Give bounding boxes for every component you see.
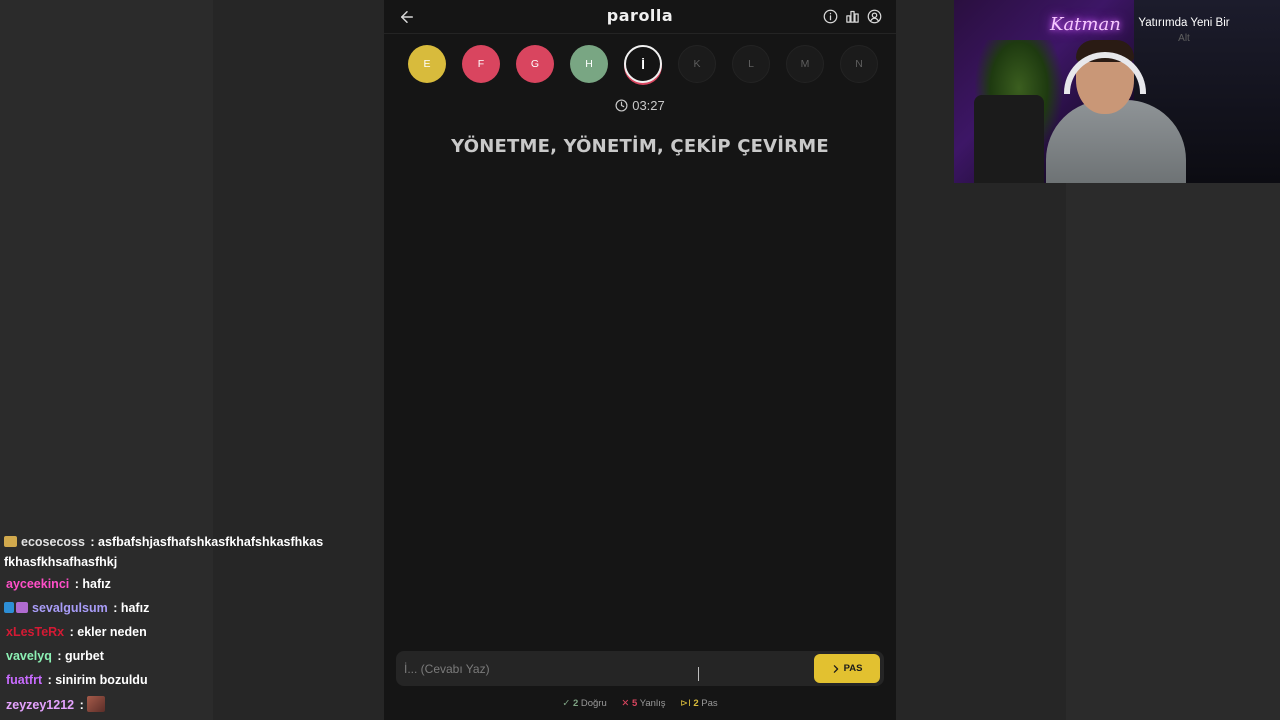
chat-message: sevalgulsum : hafız <box>4 600 364 616</box>
pass-button[interactable]: PAS <box>814 654 880 683</box>
chat-overlay: ecosecoss : asfbafshjasfhafshkasfkhafshk… <box>4 532 364 720</box>
chat-username: fuatfrt <box>6 673 43 687</box>
timer-value: 03:27 <box>632 98 665 113</box>
game-logo: parolla <box>606 6 674 25</box>
chat-text: gurbet <box>64 649 104 663</box>
stat-correct: ✓ 2 Doğru <box>562 698 607 709</box>
camera-badge-icon <box>4 536 17 547</box>
answer-input[interactable] <box>404 651 804 686</box>
letter-bubble-e: E <box>408 45 446 83</box>
check-icon: ✓ <box>562 698 571 709</box>
letter-bubble-f: F <box>462 45 500 83</box>
letter-wheel: E F G H İ K L M N <box>408 45 878 83</box>
answer-bar: PAS <box>396 651 884 686</box>
webcam-subcaption: Alt <box>1178 33 1190 44</box>
chat-message: xLesTeRx : ekler neden <box>6 625 147 639</box>
gift-badge-icon <box>16 602 28 613</box>
letter-bubble-h: H <box>570 45 608 83</box>
chat-username: xLesTeRx <box>6 625 65 639</box>
chat-message: ecosecoss : asfbafshjasfhafshkasfkhafshk… <box>4 535 324 569</box>
chat-message: ayceekinci : hafız <box>6 577 111 591</box>
chat-text: hafız <box>120 601 150 615</box>
chat-message: fuatfrt : sinirim bozuldu <box>6 673 148 687</box>
chat-message: vavelyq : gurbet <box>6 649 104 663</box>
question-clue: YÖNETME, YÖNETİM, ÇEKİP ÇEVİRME <box>451 136 829 157</box>
chat-username: zeyzey1212 <box>6 698 75 712</box>
webcam-chair <box>974 95 1044 183</box>
clock-icon <box>615 99 628 112</box>
chat-username: ecosecoss <box>21 535 85 549</box>
parolla-game-panel: parolla E F G H İ K L M N 03:27 YÖNETME,… <box>384 0 896 720</box>
chat-username: ayceekinci <box>6 577 70 591</box>
chat-username: vavelyq <box>6 649 52 663</box>
user-profile-icon[interactable] <box>867 9 882 24</box>
cross-icon: ✕ <box>621 698 630 709</box>
chat-username: sevalgulsum <box>32 601 108 615</box>
skip-icon: ⊳I <box>680 698 691 709</box>
info-icon[interactable] <box>823 9 838 24</box>
chat-text: sinirim bozuldu <box>55 673 148 687</box>
text-cursor-icon <box>698 667 706 681</box>
letter-bubble-n: N <box>840 45 878 83</box>
right-panel <box>1066 183 1280 720</box>
chat-text: hafız <box>82 577 111 591</box>
header-actions <box>823 9 882 24</box>
letter-bubble-k: K <box>678 45 716 83</box>
chat-message: zeyzey1212 : <box>4 696 364 713</box>
letter-bubble-m: M <box>786 45 824 83</box>
letter-bubble-l: L <box>732 45 770 83</box>
letter-bubble-g: G <box>516 45 554 83</box>
stat-wrong: ✕ 5 Yanlış <box>621 698 666 709</box>
letter-bubble-i-active: İ <box>624 45 662 83</box>
chevron-right-icon <box>833 664 838 673</box>
chat-text: ekler neden <box>77 625 147 639</box>
stats-chart-icon[interactable] <box>845 9 860 24</box>
countdown-timer: 03:27 <box>384 98 896 113</box>
neon-sign: Katman <box>1050 14 1121 35</box>
stream-layout: ecosecoss : asfbafshjasfhafshkasfkhafshk… <box>0 0 1280 720</box>
emote-icon <box>87 696 106 712</box>
game-header: parolla <box>384 0 896 34</box>
pass-button-label: PAS <box>843 663 863 674</box>
stat-pass: ⊳I 2 Pas <box>680 698 718 709</box>
score-summary: ✓ 2 Doğru ✕ 5 Yanlış ⊳I 2 Pas <box>384 698 896 709</box>
webcam-caption: Yatırımda Yeni Bir <box>1138 17 1230 29</box>
cube-badge-icon <box>4 602 14 613</box>
